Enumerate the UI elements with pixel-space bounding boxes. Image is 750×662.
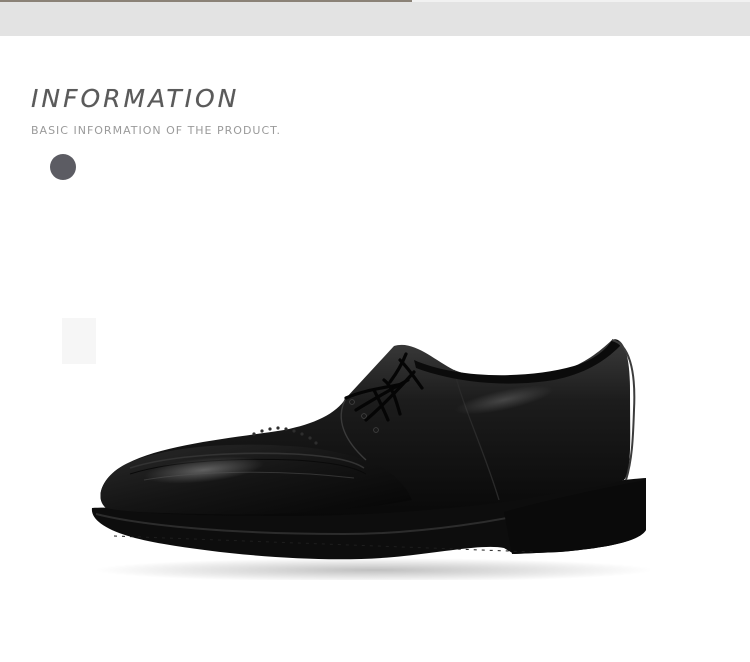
section-subtitle: BASIC INFORMATION OF THE PRODUCT.: [31, 124, 282, 137]
bullet-dot-icon: [50, 154, 76, 180]
top-banner-strip: [0, 0, 750, 36]
top-divider-line-light: [412, 0, 750, 2]
section-title: INFORMATION: [31, 84, 240, 113]
shoe-shadow: [94, 558, 650, 580]
product-info-page: INFORMATION BASIC INFORMATION OF THE PRO…: [0, 0, 750, 662]
top-divider-line: [0, 0, 412, 2]
product-image-shoe: [91, 339, 650, 580]
